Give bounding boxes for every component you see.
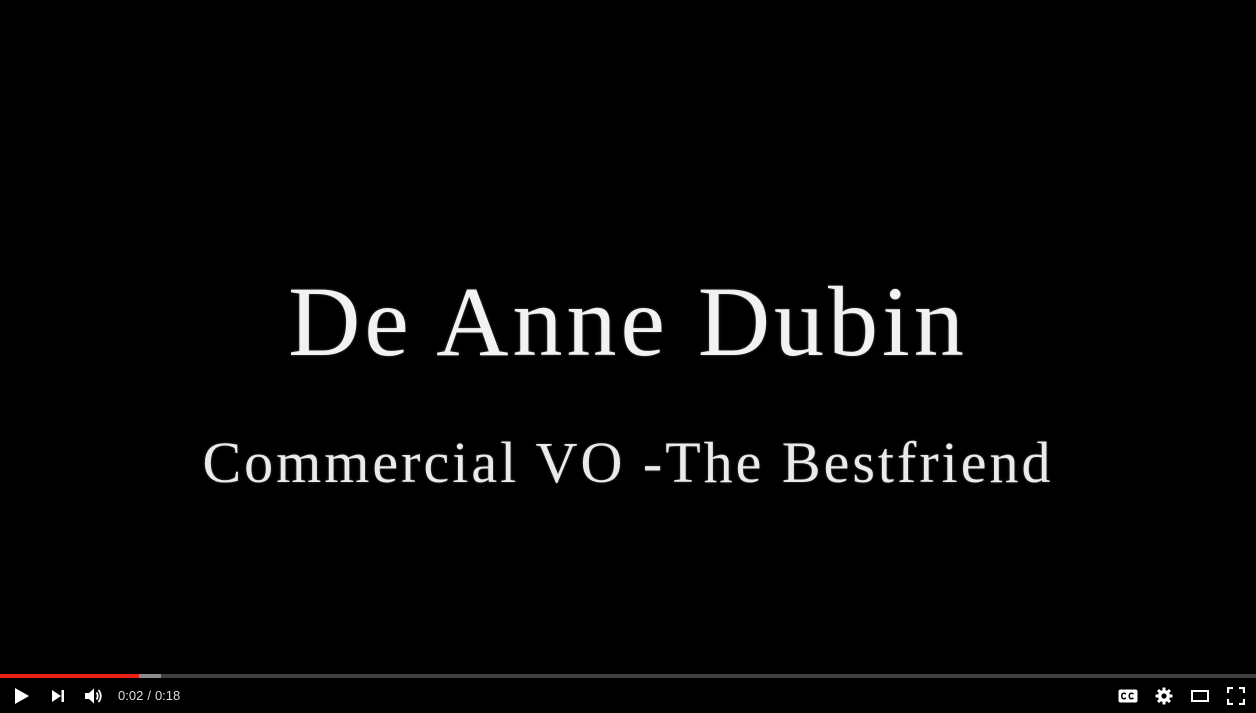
- settings-button[interactable]: [1146, 678, 1182, 713]
- next-button[interactable]: [40, 678, 76, 713]
- video-player[interactable]: De Anne Dubin Commercial VO -The Bestfri…: [0, 0, 1256, 713]
- duration: 0:18: [154, 688, 181, 703]
- play-button[interactable]: [4, 678, 40, 713]
- video-subtitle-text: Commercial VO -The Bestfriend: [202, 430, 1054, 495]
- theater-mode-button[interactable]: [1182, 678, 1218, 713]
- video-title-text: De Anne Dubin: [288, 266, 968, 377]
- next-icon: [51, 689, 65, 703]
- captions-icon: [1118, 689, 1138, 703]
- play-icon: [14, 687, 30, 705]
- current-time: 0:02: [118, 688, 144, 703]
- player-controls: 0:02/0:18: [0, 678, 1256, 713]
- fullscreen-button[interactable]: [1218, 678, 1254, 713]
- volume-icon: [84, 687, 104, 705]
- video-frame[interactable]: De Anne Dubin Commercial VO -The Bestfri…: [0, 0, 1256, 713]
- fullscreen-icon: [1227, 686, 1245, 705]
- captions-button[interactable]: [1110, 678, 1146, 713]
- theater-mode-icon: [1191, 689, 1209, 702]
- time-separator: /: [147, 688, 151, 703]
- volume-button[interactable]: [76, 678, 112, 713]
- time-display: 0:02/0:18: [118, 688, 180, 703]
- settings-gear-icon: [1155, 687, 1173, 705]
